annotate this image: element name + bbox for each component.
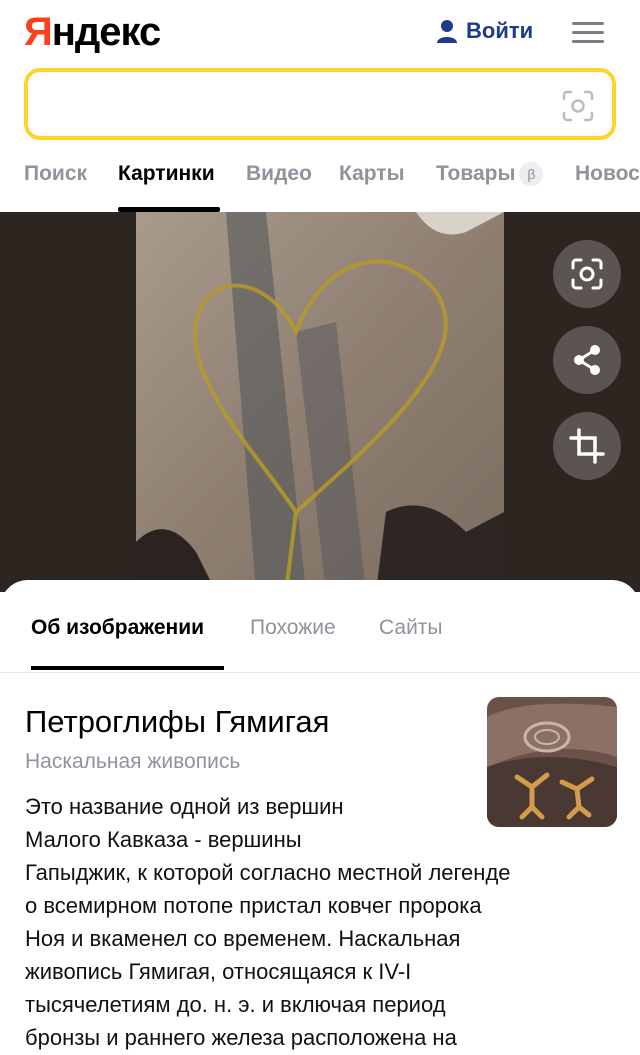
description-line: о всемирном потопе пристал ковчег пророк… xyxy=(25,893,482,918)
search-input[interactable] xyxy=(46,86,546,122)
active-panel-tab-indicator xyxy=(31,666,224,670)
beta-badge: β xyxy=(519,162,544,187)
camera-search-icon[interactable] xyxy=(560,88,596,124)
share-button[interactable] xyxy=(553,326,621,394)
image-info-panel: Об изображении Похожие Сайты Петроглифы … xyxy=(0,580,640,1055)
viewed-image[interactable] xyxy=(136,212,504,592)
description-line: Гапыджик, к которой согласно местной лег… xyxy=(25,860,511,885)
tab-about-image[interactable]: Об изображении xyxy=(31,616,204,640)
tab-products-label: Товары xyxy=(436,162,516,185)
tab-similar[interactable]: Похожие xyxy=(250,616,336,640)
tab-search[interactable]: Поиск xyxy=(24,162,87,186)
tab-sites[interactable]: Сайты xyxy=(379,616,443,640)
tab-news[interactable]: Новости xyxy=(575,162,640,186)
tab-maps[interactable]: Карты xyxy=(339,162,405,186)
tab-video[interactable]: Видео xyxy=(246,162,312,186)
description-line: живопись Гямигая, относящаяся к IV-I xyxy=(25,959,412,984)
search-box xyxy=(24,68,616,140)
hamburger-menu-icon[interactable] xyxy=(572,22,604,44)
logo-rest: ндекс xyxy=(51,10,162,54)
search-tabs: Поиск Картинки Видео Карты Товары β Новос… xyxy=(0,146,640,212)
divider xyxy=(0,672,640,673)
description-line: тысячелетиям до. н. э. и включая период xyxy=(25,992,446,1017)
tab-products[interactable]: Товары β xyxy=(436,162,544,187)
entity-title[interactable]: Петроглифы Гямигая xyxy=(25,704,329,740)
share-icon xyxy=(574,345,600,375)
crop-button[interactable] xyxy=(553,412,621,480)
login-button[interactable]: Войти xyxy=(436,18,533,44)
description-line: бронзы и раннего железа расположена на xyxy=(25,1025,457,1050)
description-line: Малого Кавказа - вершины xyxy=(25,827,302,852)
yandex-logo[interactable]: Яндекс xyxy=(24,10,162,54)
login-label: Войти xyxy=(466,18,534,43)
tab-images[interactable]: Картинки xyxy=(118,162,215,186)
logo-first-letter: Я xyxy=(24,10,53,54)
header: Яндекс Войти xyxy=(0,0,640,66)
description-line: Ноя и вкаменел со временем. Наскальная xyxy=(25,926,461,951)
visual-search-button[interactable] xyxy=(553,240,621,308)
crop-icon xyxy=(569,428,605,464)
image-viewer xyxy=(0,212,640,592)
entity-description: Это название одной из вершин Малого Кавк… xyxy=(25,790,625,1054)
description-line: Это название одной из вершин xyxy=(25,794,344,819)
lens-icon xyxy=(571,258,603,290)
entity-subtitle: Наскальная живопись xyxy=(25,750,241,773)
user-icon xyxy=(437,20,457,43)
